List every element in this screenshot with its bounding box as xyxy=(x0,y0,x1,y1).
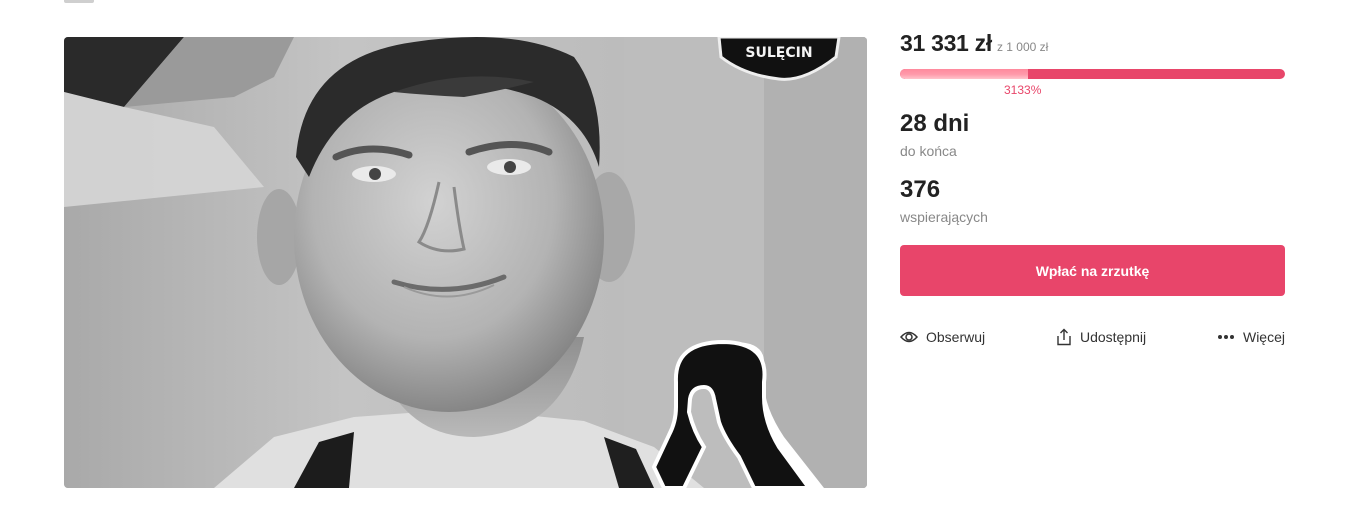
days-left-stat: 28 dni do końca xyxy=(900,109,1285,161)
days-left-value: 28 dni xyxy=(900,110,970,137)
goal-amount: z 1 000 zł xyxy=(996,40,1049,54)
donate-button[interactable]: Wpłać na zrzutkę xyxy=(900,245,1285,296)
eye-icon xyxy=(900,331,918,343)
more-label: Więcej xyxy=(1242,329,1285,345)
more-button[interactable]: Więcej xyxy=(1217,329,1285,345)
days-left-label: do końca xyxy=(900,143,957,159)
follow-button[interactable]: Obserwuj xyxy=(900,329,985,345)
supporters-count: 376 xyxy=(900,176,941,203)
progress-percent: 3133% xyxy=(900,83,1285,99)
supporters-stat: 376 wspierających xyxy=(900,175,1285,227)
raised-amount: 31 331 zł xyxy=(900,30,992,56)
progress-bar-fill xyxy=(900,69,1029,79)
progress-bar xyxy=(900,69,1285,79)
campaign-summary: 31 331 zł z 1 000 zł 3133% 28 dni do koń… xyxy=(900,30,1285,348)
page: SULĘCIN 31 331 zł z 1 000 zł 3133% 28 dn… xyxy=(0,0,1348,522)
more-dots-icon xyxy=(1217,335,1234,339)
supporters-label: wspierających xyxy=(900,209,988,225)
campaign-photo-illustration: SULĘCIN xyxy=(64,37,867,488)
campaign-actions: Obserwuj Udostępnij Więcej xyxy=(900,326,1285,348)
svg-text:SULĘCIN: SULĘCIN xyxy=(745,45,812,61)
progress-percent-label: 3133% xyxy=(1004,83,1042,97)
amount-row: 31 331 zł z 1 000 zł xyxy=(900,30,1285,62)
header-edge xyxy=(64,0,94,3)
follow-label: Obserwuj xyxy=(926,329,986,345)
share-icon xyxy=(1057,328,1071,346)
share-label: Udostępnij xyxy=(1079,329,1147,345)
campaign-photo[interactable]: SULĘCIN xyxy=(64,37,867,488)
share-button[interactable]: Udostępnij xyxy=(1056,328,1146,346)
